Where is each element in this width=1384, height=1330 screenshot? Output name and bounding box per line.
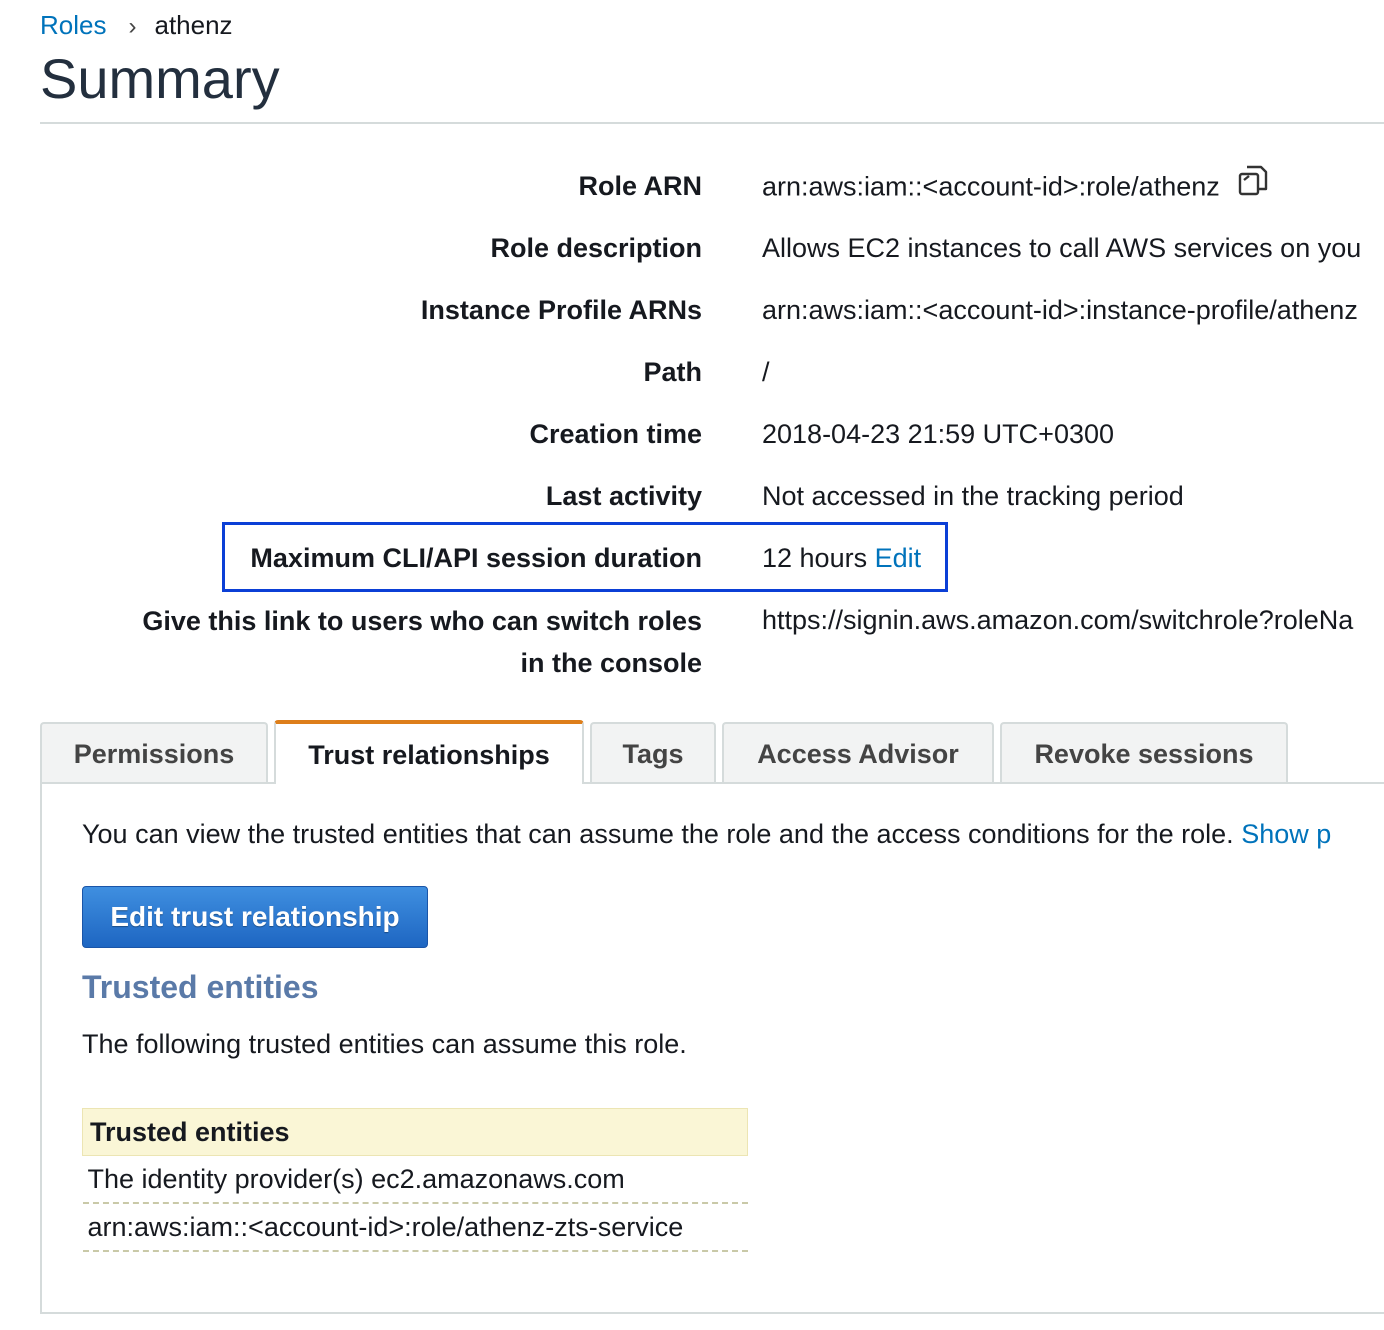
- trusted-entities-table: Trusted entities The identity provider(s…: [82, 1108, 748, 1252]
- creation-time-label: Creation time: [529, 419, 702, 449]
- session-duration-text: 12 hours: [762, 543, 868, 573]
- chevron-right-icon: ›: [128, 13, 137, 40]
- trusted-entities-description: The following trusted entities can assum…: [82, 1029, 687, 1059]
- trusted-entity-cell: arn:aws:iam::<account-id>:role/athenz-zt…: [82, 1203, 748, 1252]
- tab-tags[interactable]: Tags: [590, 722, 716, 782]
- role-arn-label: Role ARN: [578, 171, 702, 201]
- path-label: Path: [643, 357, 702, 387]
- table-row: The identity provider(s) ec2.amazonaws.c…: [82, 1155, 748, 1204]
- role-description-value: Allows EC2 instances to call AWS service…: [762, 233, 1362, 263]
- show-policy-link[interactable]: Show p: [1241, 819, 1331, 849]
- tab-permissions[interactable]: Permissions: [40, 722, 268, 782]
- edit-session-duration-link[interactable]: Edit: [875, 543, 922, 573]
- switch-role-url-link[interactable]: https://signin.aws.amazon.com/switchrole…: [762, 600, 1353, 640]
- trust-intro-text: You can view the trusted entities that c…: [82, 819, 1234, 849]
- title-divider: [40, 122, 1384, 124]
- page-title: Summary: [40, 47, 280, 110]
- table-row: arn:aws:iam::<account-id>:role/athenz-zt…: [82, 1203, 748, 1252]
- summary-row-switch-role-link: Give this link to users who can switch r…: [0, 600, 1384, 684]
- summary-row-role-arn: Role ARN arn:aws:iam::<account-id>:role/…: [0, 165, 1384, 206]
- trust-intro: You can view the trusted entities that c…: [82, 814, 1331, 854]
- instance-profile-label: Instance Profile ARNs: [420, 295, 702, 325]
- instance-profile-value: arn:aws:iam::<account-id>:instance-profi…: [762, 295, 1358, 325]
- breadcrumb-link-roles[interactable]: Roles: [40, 10, 106, 40]
- tab-revoke-sessions[interactable]: Revoke sessions: [1000, 722, 1288, 782]
- last-activity-label: Last activity: [545, 481, 702, 511]
- last-activity-value: Not accessed in the tracking period: [762, 481, 1184, 511]
- summary-row-last-activity: Last activity Not accessed in the tracki…: [0, 476, 1384, 516]
- role-arn-value: arn:aws:iam::<account-id>:role/athenz: [762, 163, 1270, 211]
- switch-role-label-line2: in the console: [520, 648, 702, 678]
- session-duration-label: Maximum CLI/API session duration: [250, 543, 702, 573]
- breadcrumb: Roles › athenz: [40, 8, 233, 44]
- summary-row-path: Path /: [0, 352, 1384, 392]
- tab-trust-relationships[interactable]: Trust relationships: [274, 720, 584, 784]
- breadcrumb-current: athenz: [154, 10, 233, 40]
- trusted-entities-heading: Trusted entities: [82, 969, 319, 1005]
- summary-row-instance-profile: Instance Profile ARNs arn:aws:iam::<acco…: [0, 290, 1384, 330]
- trusted-entity-cell: The identity provider(s) ec2.amazonaws.c…: [82, 1155, 748, 1204]
- switch-role-label: Give this link to users who can switch r…: [142, 600, 702, 684]
- path-value: /: [762, 357, 770, 387]
- trusted-entities-column-header: Trusted entities: [82, 1108, 748, 1156]
- summary-row-role-description: Role description Allows EC2 instances to…: [0, 228, 1384, 268]
- summary-row-session-duration: Maximum CLI/API session duration 12 hour…: [0, 538, 1384, 578]
- creation-time-value: 2018-04-23 21:59 UTC+0300: [762, 419, 1115, 449]
- role-tabs: Permissions Trust relationships Tags Acc…: [40, 720, 1384, 784]
- edit-trust-relationship-button[interactable]: Edit trust relationship: [82, 886, 428, 948]
- role-description-label: Role description: [490, 233, 702, 263]
- copy-icon[interactable]: [1236, 163, 1270, 208]
- role-arn-text: arn:aws:iam::<account-id>:role/athenz: [762, 171, 1220, 202]
- switch-role-label-line1: Give this link to users who can switch r…: [142, 606, 702, 636]
- tab-access-advisor[interactable]: Access Advisor: [722, 722, 994, 782]
- summary-row-creation-time: Creation time 2018-04-23 21:59 UTC+0300: [0, 414, 1384, 454]
- session-duration-value: 12 hours Edit: [762, 538, 921, 578]
